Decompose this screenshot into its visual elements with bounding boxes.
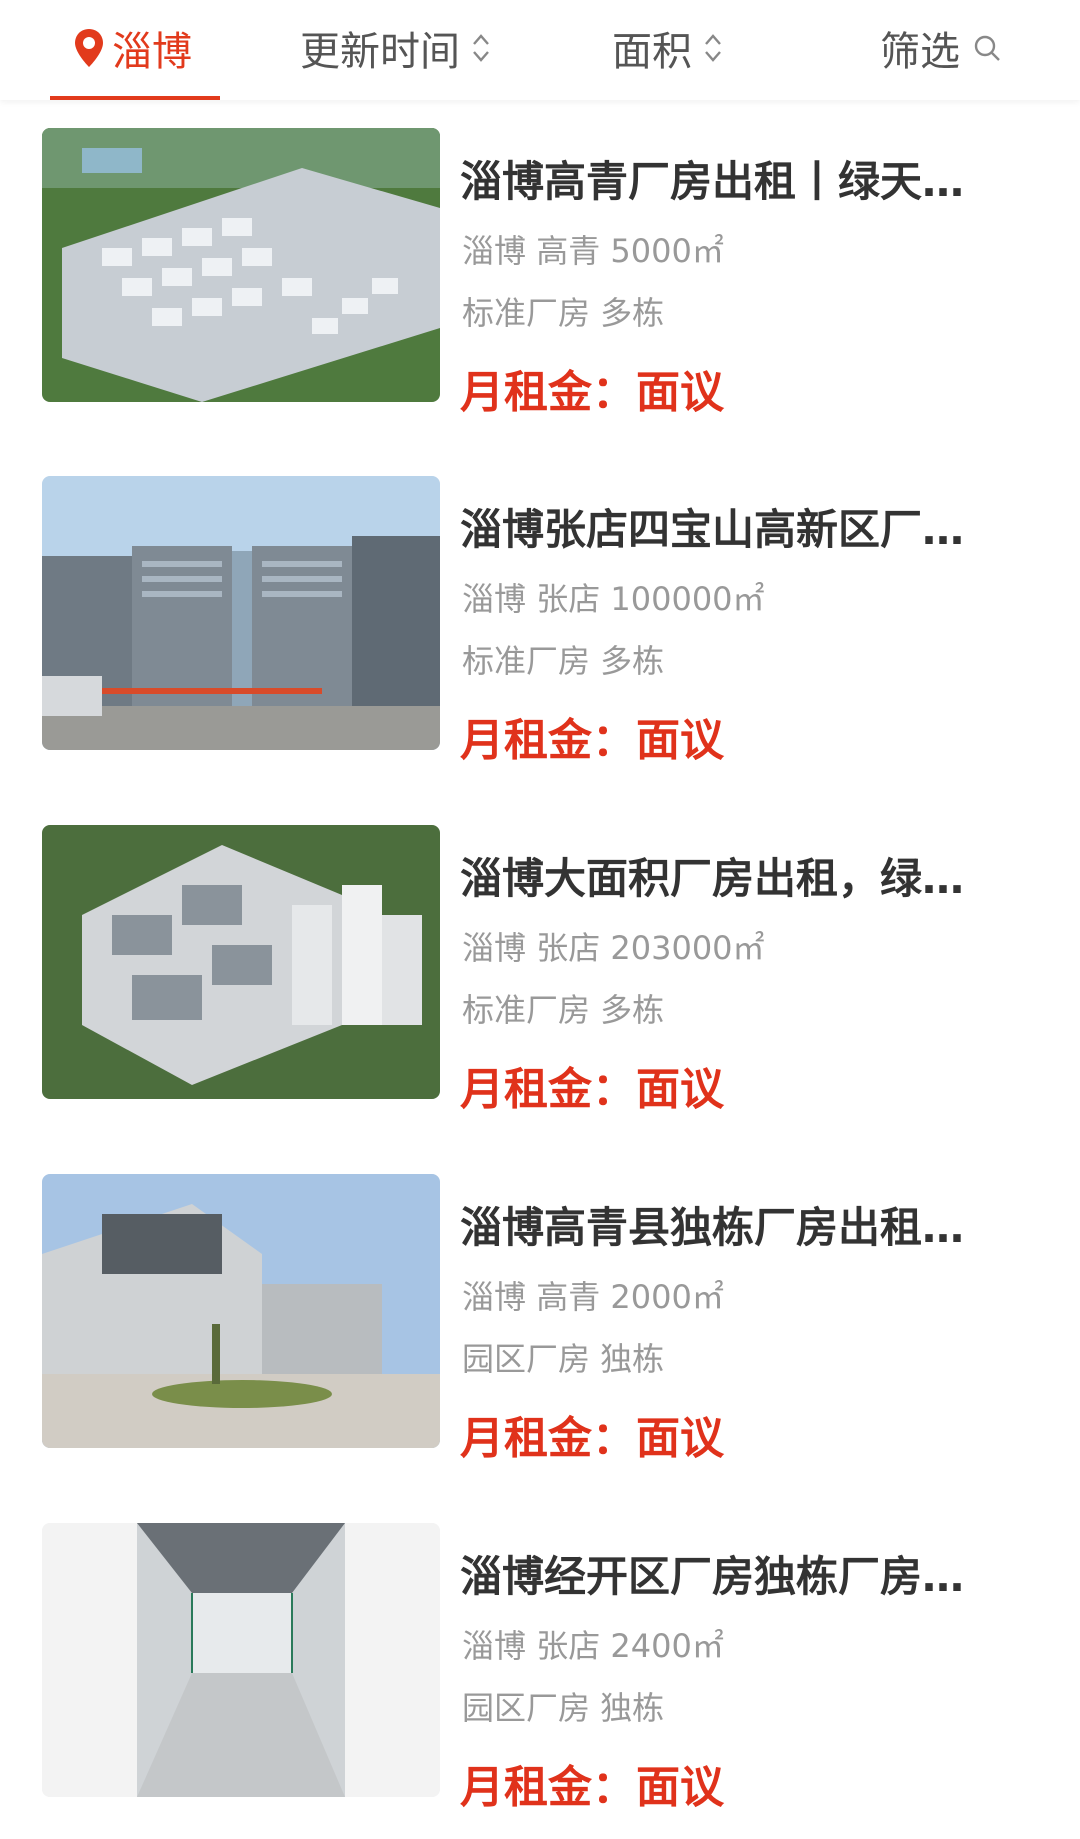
listing-city: 淄博 <box>462 929 527 967</box>
listing-title: 淄博大面积厂房出租，绿… <box>460 854 965 903</box>
city-tab-underline <box>50 96 220 100</box>
listing-district: 高青 <box>536 1278 601 1316</box>
price-value: 面议 <box>636 715 724 766</box>
update-time-sort[interactable]: 更新时间 <box>300 0 492 96</box>
city-label: 淄博 <box>112 29 192 75</box>
listing-price: 月租金： 面议 <box>460 1402 724 1466</box>
listing-photo <box>42 476 440 750</box>
listing-card[interactable]: 淄博经开区厂房独栋厂房… 淄博 张店 2400㎡ 园区厂房 独栋 月租金： 面议 <box>40 1523 1040 1813</box>
listing-card[interactable]: 淄博高青厂房出租丨绿天… 淄博 高青 5000㎡ 标准厂房 多栋 月租金： 面议 <box>40 128 1040 418</box>
listing-card[interactable]: 淄博张店四宝山高新区厂… 淄博 张店 100000㎡ 标准厂房 多栋 月租金： … <box>40 476 1040 766</box>
listing-title: 淄博高青厂房出租丨绿天… <box>460 157 965 206</box>
listing-city: 淄博 <box>462 232 527 270</box>
price-label: 月租金： <box>460 1064 636 1115</box>
listing-tags: 标准厂房 多栋 <box>462 991 665 1029</box>
listing-city: 淄博 <box>462 1278 527 1316</box>
listing-title: 淄博高青县独栋厂房出租… <box>460 1203 965 1252</box>
listing-location: 淄博 张店 100000㎡ <box>462 574 765 620</box>
listing-district: 张店 <box>536 580 601 618</box>
listing-city: 淄博 <box>462 1627 527 1665</box>
update-time-label: 更新时间 <box>300 29 460 75</box>
location-pin-icon <box>75 29 103 67</box>
listing-price: 月租金： 面议 <box>460 1053 724 1117</box>
sort-arrows-icon <box>473 34 489 62</box>
listing-price: 月租金： 面议 <box>460 704 724 768</box>
listing-location: 淄博 张店 203000㎡ <box>462 923 765 969</box>
listing-area: 100000㎡ <box>610 580 765 618</box>
filter-label: 筛选 <box>880 29 960 75</box>
listing-title: 淄博张店四宝山高新区厂… <box>460 505 965 554</box>
listing-location: 淄博 高青 5000㎡ <box>462 226 724 272</box>
listing-district: 张店 <box>536 929 601 967</box>
listing-area: 203000㎡ <box>610 929 765 967</box>
listing-district: 高青 <box>536 232 601 270</box>
price-value: 面议 <box>636 1064 724 1115</box>
listing-tags: 园区厂房 独栋 <box>462 1689 665 1727</box>
price-label: 月租金： <box>460 367 636 418</box>
listing-photo <box>42 825 440 1099</box>
listing-area: 5000㎡ <box>610 232 724 270</box>
filter-bar: 淄博 更新时间 面积 筛选 <box>0 0 1080 100</box>
search-icon <box>974 35 1000 61</box>
listing-title: 淄博经开区厂房独栋厂房… <box>460 1552 965 1601</box>
listing-photo <box>42 1174 440 1448</box>
area-label: 面积 <box>612 29 692 75</box>
listing-area: 2000㎡ <box>610 1278 724 1316</box>
listing-card[interactable]: 淄博大面积厂房出租，绿… 淄博 张店 203000㎡ 标准厂房 多栋 月租金： … <box>40 825 1040 1115</box>
listing-price: 月租金： 面议 <box>460 1751 724 1815</box>
price-value: 面议 <box>636 1413 724 1464</box>
listing-location: 淄博 高青 2000㎡ <box>462 1272 724 1318</box>
sort-arrows-icon <box>705 34 721 62</box>
listing-tags: 标准厂房 多栋 <box>462 294 665 332</box>
listing-area: 2400㎡ <box>610 1627 724 1665</box>
price-value: 面议 <box>636 1762 724 1813</box>
price-value: 面议 <box>636 367 724 418</box>
listing-tags: 园区厂房 独栋 <box>462 1340 665 1378</box>
price-label: 月租金： <box>460 1762 636 1813</box>
listing-photo <box>42 1523 440 1797</box>
listing-city: 淄博 <box>462 580 527 618</box>
filter-button[interactable]: 筛选 <box>880 0 1002 96</box>
listing-tags: 标准厂房 多栋 <box>462 642 665 680</box>
listing-card[interactable]: 淄博高青县独栋厂房出租… 淄博 高青 2000㎡ 园区厂房 独栋 月租金： 面议 <box>40 1174 1040 1464</box>
price-label: 月租金： <box>460 1413 636 1464</box>
price-label: 月租金： <box>460 715 636 766</box>
listing-price: 月租金： 面议 <box>460 356 724 420</box>
listing-district: 张店 <box>536 1627 601 1665</box>
city-selector[interactable]: 淄博 <box>72 0 192 96</box>
listing-photo <box>42 128 440 402</box>
area-sort[interactable]: 面积 <box>612 0 724 96</box>
listing-location: 淄博 张店 2400㎡ <box>462 1621 724 1667</box>
